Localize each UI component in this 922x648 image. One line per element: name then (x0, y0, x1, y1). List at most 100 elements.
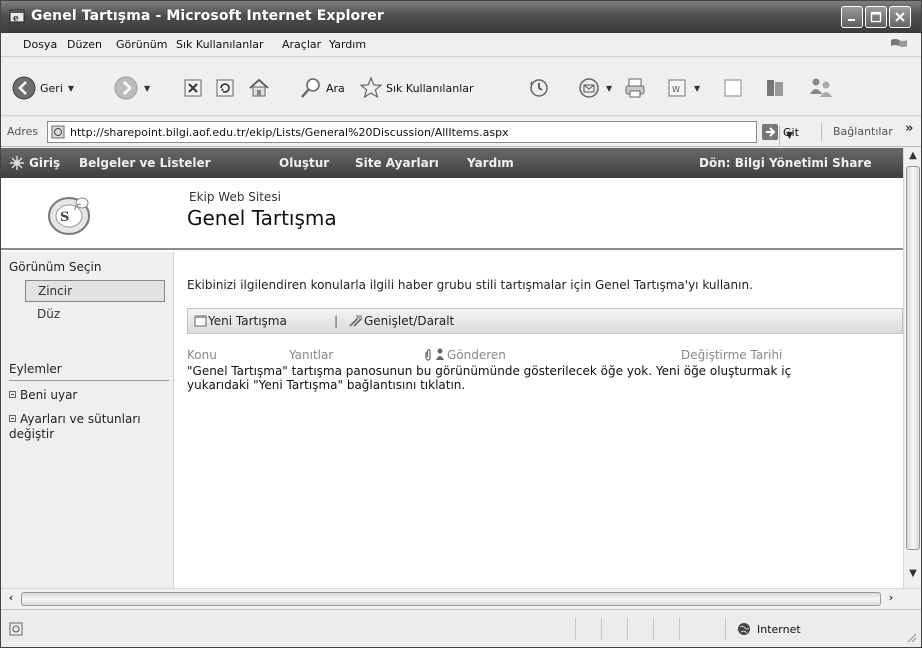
menu-help[interactable]: Yardım (329, 38, 366, 51)
stop-button[interactable] (183, 74, 205, 102)
internet-explorer-icon: e (9, 9, 25, 24)
nav-create[interactable]: Oluştur (279, 156, 329, 170)
scroll-left-icon[interactable]: ‹ (3, 591, 19, 607)
maximize-icon (870, 11, 882, 23)
svg-text:W: W (672, 85, 680, 94)
left-sidebar: Görünüm Seçin Zincir Düz Eylemler Beni u… (1, 252, 174, 588)
minimize-button[interactable] (841, 6, 863, 28)
empty-message-line-2: yukarıdaki "Yeni Tartışma" bağlantısını … (187, 378, 466, 392)
empty-message-line-1: "Genel Tartışma" tartışma panosunun bu g… (187, 364, 792, 378)
actions-heading: Eylemler (9, 362, 62, 376)
attachment-icon (425, 349, 431, 361)
page-icon (51, 125, 65, 139)
nav-home[interactable]: Giriş (29, 156, 60, 170)
mail-dropdown-icon[interactable]: ▼ (606, 84, 612, 93)
scroll-right-icon[interactable]: › (883, 591, 899, 607)
messenger-button[interactable] (807, 74, 835, 102)
menu-file[interactable]: Dosya (23, 38, 57, 51)
security-zone: Internet (737, 622, 801, 636)
list-toolbar: Yeni Tartışma | Genişlet/Daralt (187, 308, 903, 334)
column-subject[interactable]: Konu (187, 348, 217, 362)
title-bar: e Genel Tartışma - Microsoft Internet Ex… (1, 1, 921, 33)
horizontal-scrollbar[interactable]: ‹ › (1, 588, 921, 608)
nav-site-settings[interactable]: Site Ayarları (355, 156, 439, 170)
refresh-icon (216, 79, 234, 97)
resize-grip-icon[interactable] (905, 631, 917, 643)
view-flat-label: Düz (37, 307, 61, 321)
site-name[interactable]: Ekip Web Sitesi (189, 190, 281, 204)
action-modify-settings[interactable]: Ayarları ve sütunları değiştir (9, 412, 169, 442)
page-header: S Ekip Web Sitesi Genel Tartışma (1, 178, 903, 250)
action-alert-me[interactable]: Beni uyar (9, 388, 77, 403)
return-link[interactable]: Dön: Bilgi Yönetimi Share (699, 156, 871, 170)
edit-dropdown-icon[interactable]: ▼ (694, 84, 700, 93)
research-button[interactable] (763, 74, 787, 102)
vertical-scrollbar[interactable]: ▲ ▼ (903, 148, 921, 588)
back-dropdown-icon[interactable]: ▼ (68, 84, 74, 93)
person-icon (436, 348, 444, 360)
svg-text:e: e (13, 14, 19, 24)
edit-button[interactable]: W ▼ (667, 74, 700, 102)
status-divider (725, 618, 726, 640)
favorites-button[interactable]: Sık Kullanılanlar (359, 74, 474, 102)
nav-documents-lists[interactable]: Belgeler ve Listeler (79, 156, 211, 170)
page-title: Genel Tartışma (187, 206, 337, 230)
menu-view[interactable]: Görünüm (116, 38, 167, 51)
status-bar: Internet (1, 609, 921, 647)
history-icon (530, 79, 548, 97)
discuss-icon (724, 79, 742, 97)
forward-dropdown-icon[interactable]: ▼ (144, 84, 150, 93)
status-divider (627, 618, 628, 640)
action-modify-settings-label: Ayarları ve sütunları değiştir (9, 412, 141, 441)
new-discussion-button[interactable]: Yeni Tartışma (194, 314, 287, 328)
toolbar: Geri ▼ ▼ Ara Sık Kullanılanlar ▼ W ▼ (1, 58, 921, 116)
history-button[interactable] (527, 74, 551, 102)
bullet-icon (9, 391, 16, 398)
go-button[interactable]: Git (761, 123, 799, 141)
print-button[interactable] (623, 74, 647, 102)
links-button[interactable]: Bağlantılar (833, 125, 893, 138)
menu-tools[interactable]: Araçlar (282, 38, 321, 51)
main-content: Ekibinizi ilgilendiren konularla ilgili … (175, 252, 903, 588)
search-button[interactable]: Ara (299, 74, 345, 102)
forward-button[interactable]: ▼ (113, 74, 150, 102)
address-bar: Adres http://sharepoint.bilgi.aof.edu.tr… (1, 117, 921, 147)
home-button[interactable] (247, 74, 271, 102)
scroll-down-icon[interactable]: ▼ (906, 568, 920, 584)
zone-label: Internet (757, 622, 801, 636)
menu-edit[interactable]: Düzen (67, 38, 102, 51)
view-threaded[interactable]: Zincir (25, 280, 165, 302)
views-heading: Görünüm Seçin (9, 260, 102, 274)
minimize-icon (848, 19, 855, 21)
refresh-button[interactable] (215, 74, 237, 102)
status-divider (679, 618, 680, 640)
menu-favorites[interactable]: Sık Kullanılanlar (176, 38, 264, 51)
go-label: Git (783, 125, 799, 139)
maximize-button[interactable] (865, 6, 887, 28)
vertical-scroll-thumb[interactable] (906, 166, 920, 550)
links-separator (821, 123, 822, 141)
close-button[interactable] (889, 6, 911, 28)
address-input[interactable]: http://sharepoint.bilgi.aof.edu.tr/ekip/… (47, 121, 793, 146)
discuss-button[interactable] (721, 74, 745, 102)
expand-collapse-button[interactable]: Genişlet/Daralt (348, 314, 454, 328)
column-posted-by[interactable]: Gönderen (447, 348, 506, 362)
new-item-icon (194, 315, 207, 327)
column-modified[interactable]: Değiştirme Tarihi (681, 348, 782, 362)
scroll-up-icon[interactable]: ▲ (906, 150, 920, 166)
links-chevron-icon[interactable]: » (905, 121, 913, 136)
expand-collapse-label: Genişlet/Daralt (364, 314, 455, 328)
action-alert-me-label: Beni uyar (20, 388, 78, 402)
word-edit-icon: W (668, 79, 686, 97)
print-icon (625, 78, 645, 98)
nav-help[interactable]: Yardım (467, 156, 514, 170)
menu-bar: Dosya Düzen Görünüm Sık Kullanılanlar Ar… (1, 33, 921, 57)
sharepoint-site-icon (10, 156, 24, 170)
forward-arrow-icon (114, 76, 138, 100)
back-button[interactable]: Geri ▼ (11, 74, 74, 102)
column-replies[interactable]: Yanıtlar (289, 348, 333, 362)
browser-window: e Genel Tartışma - Microsoft Internet Ex… (0, 0, 922, 648)
view-flat[interactable]: Düz (25, 304, 165, 326)
horizontal-scroll-thumb[interactable] (21, 592, 881, 606)
mail-button[interactable]: ▼ (577, 74, 612, 102)
